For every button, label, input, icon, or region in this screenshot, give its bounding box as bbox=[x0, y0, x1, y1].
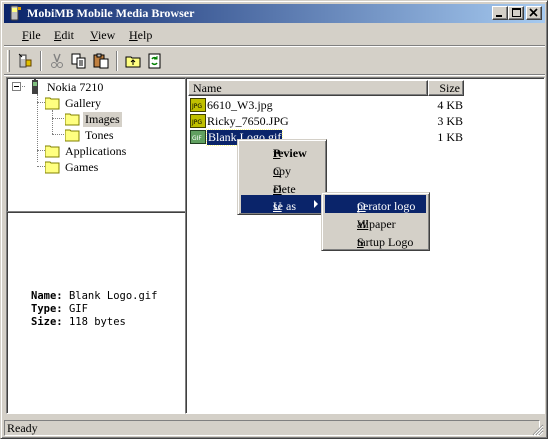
submenu-arrow-icon bbox=[314, 200, 318, 208]
file-row[interactable]: JPG 6610_W3.jpg 4 KB bbox=[189, 97, 543, 113]
file-size: 1 KB bbox=[437, 130, 463, 144]
refresh-icon bbox=[148, 53, 161, 69]
tree-line bbox=[52, 110, 53, 134]
column-header-label: Size bbox=[439, 81, 460, 95]
window-title: MobiMB Mobile Media Browser bbox=[27, 6, 195, 20]
close-icon bbox=[529, 8, 538, 17]
folder-icon bbox=[45, 145, 60, 158]
file-name: 6610_W3.jpg bbox=[207, 98, 273, 112]
use-as-submenu: Operator logo Wallpaper Startup Logo bbox=[321, 192, 430, 251]
phone-connect-icon bbox=[18, 53, 32, 68]
file-info-panel: Name: Blank Logo.gif Type: GIF Size: 118… bbox=[6, 211, 186, 414]
gif-file-icon: GIF bbox=[190, 130, 206, 144]
refresh-button[interactable] bbox=[144, 50, 166, 72]
copy-icon bbox=[71, 53, 86, 69]
maximize-button[interactable] bbox=[508, 6, 524, 20]
status-bar: Ready bbox=[4, 419, 545, 437]
status-panel: Ready bbox=[4, 420, 540, 436]
tree-label: Nokia 7210 bbox=[47, 80, 104, 94]
tree-label: Applications bbox=[65, 144, 127, 158]
app-phone-icon bbox=[7, 5, 23, 21]
minimize-icon bbox=[496, 15, 502, 17]
phone-icon bbox=[32, 79, 38, 94]
menu-item-operator-logo[interactable]: Operator logo bbox=[325, 195, 426, 213]
menu-item-delete[interactable]: Delete bbox=[241, 178, 323, 196]
toolbar-separator-line bbox=[4, 74, 545, 76]
column-header-size[interactable]: Size bbox=[428, 80, 464, 96]
folder-up-icon bbox=[125, 56, 141, 68]
folder-icon bbox=[45, 161, 60, 174]
tree-line bbox=[52, 134, 64, 135]
tree-label: Gallery bbox=[65, 96, 101, 110]
tree-line bbox=[52, 118, 64, 119]
info-name-value: Blank Logo.gif bbox=[68, 290, 158, 302]
column-header-name[interactable]: Name bbox=[188, 80, 428, 96]
menu-edit[interactable]: Edit bbox=[54, 28, 74, 43]
tree-line bbox=[37, 166, 45, 167]
menu-file[interactable]: File bbox=[22, 28, 41, 43]
folder-icon bbox=[65, 129, 80, 142]
tree-label: Games bbox=[65, 160, 99, 174]
folder-up-button[interactable] bbox=[122, 50, 144, 72]
maximize-icon bbox=[512, 8, 521, 17]
minimize-button[interactable] bbox=[492, 6, 508, 20]
toolbar bbox=[4, 48, 545, 74]
column-header-label: Name bbox=[193, 81, 222, 95]
toolbar-separator bbox=[40, 51, 42, 71]
menu-help[interactable]: Help bbox=[129, 28, 152, 43]
tree-line bbox=[37, 150, 45, 151]
info-type-label: Type: bbox=[31, 303, 63, 315]
collapse-toggle[interactable] bbox=[12, 82, 21, 91]
tree-label: Tones bbox=[85, 128, 114, 142]
jpg-file-icon: JPG bbox=[190, 98, 206, 112]
menu-item-use-as[interactable]: Use as bbox=[241, 195, 323, 213]
cut-icon bbox=[51, 53, 63, 68]
folder-tree[interactable]: Nokia 7210 Gallery Images Tones Applicat… bbox=[6, 77, 186, 213]
toolbar-grip[interactable] bbox=[7, 50, 10, 72]
tree-line bbox=[37, 94, 38, 162]
info-name-label: Name: bbox=[31, 290, 63, 302]
menu-item-startup-logo[interactable]: Startup Logo bbox=[325, 231, 426, 249]
tree-line bbox=[37, 102, 45, 103]
copy-button[interactable] bbox=[68, 50, 90, 72]
info-type-value: GIF bbox=[68, 303, 88, 315]
folder-open-icon bbox=[45, 97, 60, 110]
jpg-file-icon: JPG bbox=[190, 114, 206, 128]
file-size: 3 KB bbox=[437, 114, 463, 128]
menu-bar: File Edit View Help bbox=[4, 25, 545, 45]
file-size: 4 KB bbox=[437, 98, 463, 112]
close-button[interactable] bbox=[526, 6, 542, 20]
toolbar-separator bbox=[116, 51, 118, 71]
menu-separator bbox=[4, 45, 545, 47]
context-menu: Preview Copy Delete Use as bbox=[237, 139, 327, 215]
status-text: Ready bbox=[7, 421, 38, 435]
svg-text:JPG: JPG bbox=[191, 119, 202, 126]
main-window: MobiMB Mobile Media Browser File Edit Vi… bbox=[0, 0, 548, 439]
cut-button[interactable] bbox=[46, 50, 68, 72]
svg-text:JPG: JPG bbox=[191, 103, 202, 110]
folder-icon bbox=[65, 113, 80, 126]
menu-item-preview[interactable]: Preview bbox=[241, 142, 323, 160]
info-size-value: 118 bytes bbox=[68, 316, 126, 328]
info-size-label: Size: bbox=[31, 316, 63, 328]
menu-item-wallpaper[interactable]: Wallpaper bbox=[325, 213, 426, 231]
menu-item-copy[interactable]: Copy bbox=[241, 160, 323, 178]
file-name: Ricky_7650.JPG bbox=[207, 114, 289, 128]
svg-text:GIF: GIF bbox=[192, 135, 202, 142]
resize-grip-icon[interactable] bbox=[532, 424, 544, 436]
file-info-text: Name: Blank Logo.gif Type: GIF Size: 118… bbox=[31, 290, 157, 329]
connect-phone-button[interactable] bbox=[14, 50, 36, 72]
menu-view[interactable]: View bbox=[90, 28, 115, 43]
file-row[interactable]: JPG Ricky_7650.JPG 3 KB bbox=[189, 113, 543, 129]
paste-icon bbox=[93, 53, 109, 69]
tree-label: Images bbox=[83, 112, 122, 127]
title-bar[interactable]: MobiMB Mobile Media Browser bbox=[4, 4, 545, 23]
paste-button[interactable] bbox=[90, 50, 112, 72]
